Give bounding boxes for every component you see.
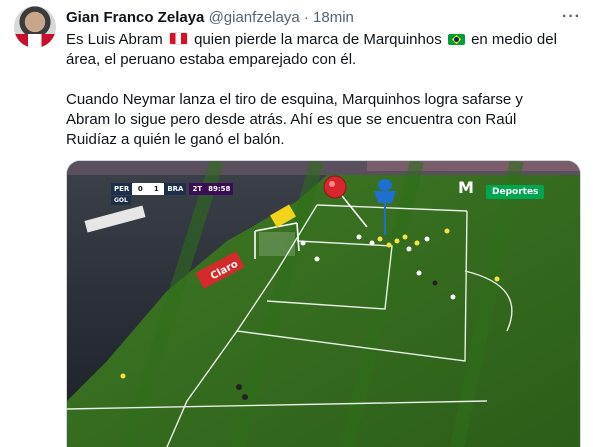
author-name[interactable]: Gian Franco Zelaya (66, 9, 204, 26)
text-segment: Es Luis Abram (66, 31, 163, 48)
more-icon[interactable]: ··· (562, 8, 581, 26)
away-score: 1 (148, 183, 165, 195)
match-clock: 89:58 (205, 183, 234, 195)
brazil-flag-icon (447, 34, 465, 45)
scorebug: PER 0 1 BRA 2T 89:58 (111, 183, 234, 195)
home-score: 0 (132, 183, 149, 195)
channel-logo: M (458, 178, 474, 197)
pitch-frame: Claro (67, 161, 580, 447)
tweet-text: Es Luis Abram quien pierde la marca de M… (66, 30, 566, 150)
peru-flag-icon (168, 32, 188, 45)
channel-label: Deportes (486, 185, 545, 199)
period: 2T (189, 183, 206, 195)
video-media[interactable]: Claro PER 0 1 BRA 2T 89:58 GOL M Deporte (66, 160, 581, 447)
avatar[interactable] (14, 6, 56, 48)
tweet-header: Gian Franco Zelaya @gianfzelaya · 18min (66, 8, 354, 28)
goal-tag: GOL (111, 196, 131, 205)
separator-dot: · (303, 9, 309, 26)
author-handle[interactable]: @gianfzelaya (209, 9, 300, 26)
timestamp[interactable]: 18min (313, 9, 354, 26)
tweet-paragraph-2: Cuando Neymar lanza el tiro de esquina, … (66, 91, 523, 148)
home-team: PER (111, 183, 133, 195)
tweet-paragraph-1: Es Luis Abram quien pierde la marca de M… (66, 30, 566, 70)
away-team: BRA (164, 183, 187, 195)
text-segment: quien pierde la marca de Marquinhos (194, 31, 442, 48)
